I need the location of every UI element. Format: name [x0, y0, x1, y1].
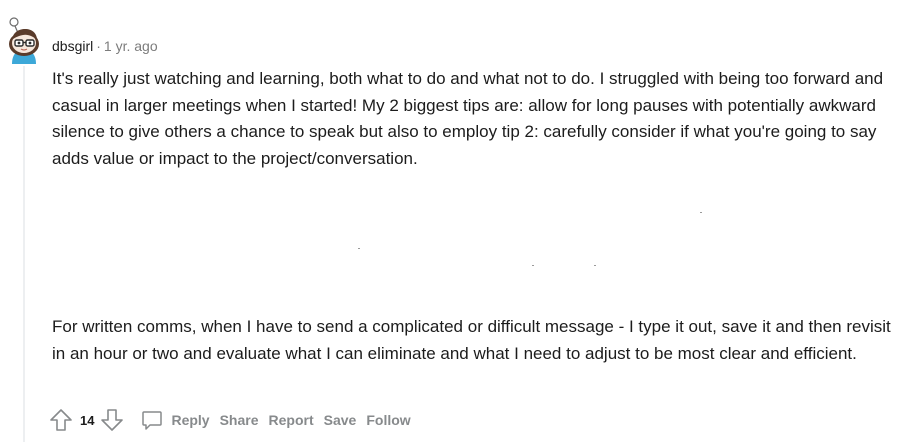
image-artifact	[532, 265, 534, 266]
share-button[interactable]: Share	[215, 406, 264, 434]
reply-label: Reply	[171, 412, 210, 428]
downvote-button[interactable]	[98, 406, 126, 434]
arrow-down-icon	[101, 409, 124, 431]
reply-button[interactable]: Reply	[136, 406, 214, 434]
image-artifact	[594, 265, 596, 266]
speech-bubble-icon	[142, 411, 163, 430]
vote-score: 14	[80, 412, 95, 428]
save-label: Save	[323, 412, 357, 428]
image-artifact	[358, 248, 360, 249]
snoo-avatar-icon	[9, 17, 39, 64]
report-button[interactable]: Report	[264, 406, 319, 434]
meta-separator: ·	[96, 38, 101, 54]
arrow-up-icon	[50, 409, 72, 431]
comment-paragraph-1: It's really just watching and learning, …	[52, 69, 884, 168]
thread-line[interactable]	[23, 66, 25, 442]
username-link[interactable]: dbsgirl	[52, 38, 93, 54]
comment-actions-bar: 14 Reply Share Report Save Follow	[47, 405, 416, 435]
report-label: Report	[268, 412, 314, 428]
save-button[interactable]: Save	[319, 406, 362, 434]
user-avatar[interactable]	[6, 14, 42, 64]
comment-paragraph-2: For written comms, when I have to send a…	[52, 317, 891, 363]
comment-meta: dbsgirl · 1 yr. ago	[52, 37, 158, 55]
follow-button[interactable]: Follow	[361, 406, 415, 434]
follow-label: Follow	[366, 412, 411, 428]
upvote-button[interactable]	[47, 406, 75, 434]
image-artifact	[700, 212, 702, 213]
comment-age-link[interactable]: 1 yr. ago	[104, 38, 158, 54]
share-label: Share	[219, 412, 259, 428]
